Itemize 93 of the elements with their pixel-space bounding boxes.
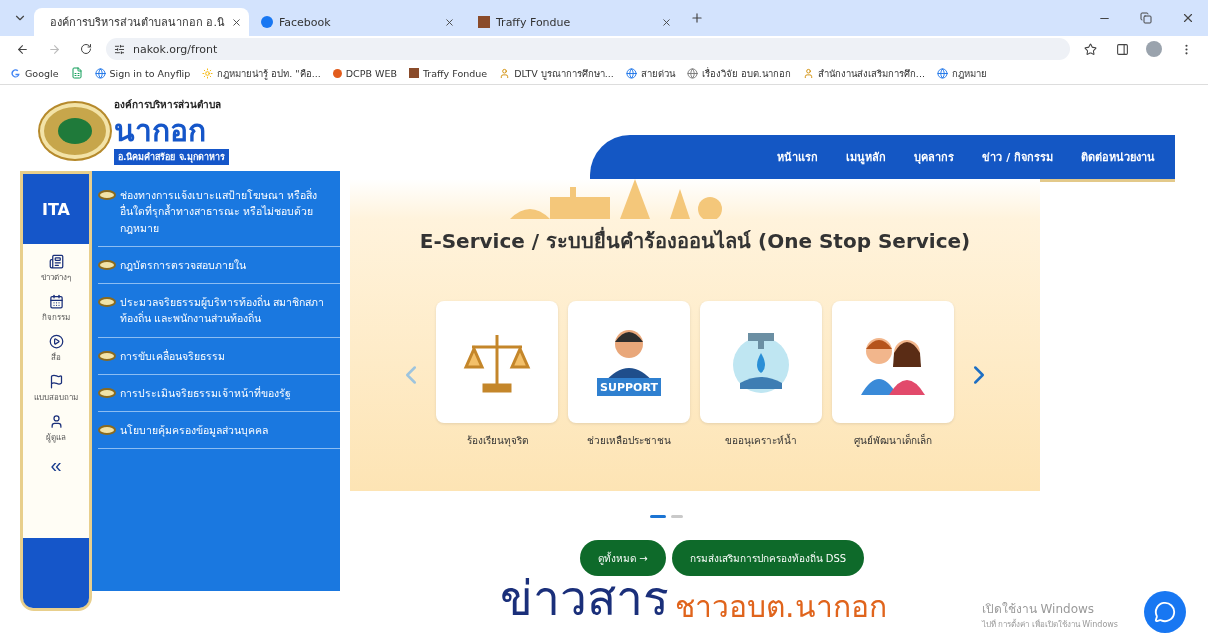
news-heading: ข่าวสาร [500, 574, 669, 622]
spreadsheet-icon [70, 67, 83, 79]
flag-icon[interactable] [48, 374, 64, 389]
sidebar-link[interactable]: กิจกรรม [42, 311, 70, 324]
circle-icon [332, 68, 342, 78]
bullet-icon [98, 350, 116, 361]
square-icon [408, 68, 419, 78]
google-logo-icon [10, 67, 21, 79]
globe-icon [936, 67, 948, 79]
close-icon[interactable] [660, 16, 672, 28]
bullet-icon [98, 425, 116, 436]
bullet-icon [98, 297, 116, 308]
url-text: nakok.org/front [133, 42, 218, 56]
menu-link[interactable]: ช่องทางการแจ้งเบาะแสป้ายโฆษณา หรือสิ่งอื่นใดที่รุกล้ำทางสาธารณะ หรือไม่ชอบด้วยกฎหมาย [120, 187, 330, 236]
sidebar-link[interactable]: แบบสอบถาม [34, 391, 78, 404]
eservice-title: E-Service / ระบบยื่นคำร้องออนไลน์ (One Stop Service) [419, 226, 971, 255]
bullet-icon [98, 387, 116, 398]
side-panel-icon[interactable] [1115, 42, 1129, 56]
sun-icon [202, 67, 214, 79]
favicon-icon [261, 16, 273, 28]
activation-title: เปิดใช้งาน Windows [981, 601, 1096, 618]
org-district: อ.นิคมคำสร้อย จ.มุกดาหาร [114, 149, 229, 166]
sidebar-link[interactable]: สื่อ [51, 351, 61, 364]
service-card[interactable]: SUPPORT [568, 301, 690, 423]
user-icon[interactable] [48, 414, 64, 429]
menu-link[interactable]: นโยบายคุ้มครองข้อมูลส่วนบุคคล [120, 422, 268, 439]
tab-title: Traffy Fondue [496, 15, 572, 29]
back-icon[interactable] [15, 42, 29, 56]
menu-link[interactable]: การขับเคลื่อนจริยธรรม [120, 347, 225, 364]
new-tab-icon[interactable] [690, 11, 704, 25]
bookmark-link[interactable]: สำนักงานส่งเสริมการศึก... [817, 65, 925, 81]
bookmark-link[interactable]: กฎหมายน่ารู้ อปท. "คือ... [217, 65, 321, 81]
bookmark-link[interactable]: สายด่วน [640, 65, 675, 81]
link-button[interactable]: กรมส่งเสริมการปกครองท้องถิ่น DSS [671, 540, 865, 576]
reload-icon[interactable] [80, 43, 92, 55]
support-agent-drawing: SUPPORT [591, 322, 667, 402]
bullet-icon [98, 190, 116, 200]
nav-link[interactable]: เมนูหลัก [846, 148, 887, 166]
ita-logo: ITA [23, 174, 89, 244]
nav-link[interactable]: ข่าว / กิจกรรม [982, 148, 1053, 166]
news-subheading: ชาวอบต.นากอก [675, 592, 887, 622]
link-button[interactable]: ดูทั้งหมด → [580, 540, 666, 576]
activation-text: ไปที่ การตั้งค่า เพื่อเปิดใช้งาน Windows [981, 618, 1118, 631]
menu-link[interactable]: การประเมินจริยธรรมเจ้าหน้าที่ของรัฐ [120, 384, 291, 402]
address-field[interactable]: nakok.org/front [106, 38, 1070, 60]
service-card[interactable] [832, 301, 954, 423]
star-icon[interactable] [1083, 42, 1097, 56]
sidebar-ribbon [23, 538, 89, 608]
sidebar-link[interactable]: ข่าวต่างๆ [41, 271, 71, 284]
tab-title: องค์การบริหารส่วนตำบลนากอก อ.นิ [50, 15, 225, 31]
tab-title: Facebook [279, 15, 332, 29]
globe-icon [625, 67, 637, 79]
bookmark-link[interactable]: เรื่องวิจัย อบต.นากอก [701, 65, 791, 81]
bookmark-link[interactable]: Sign in to Anyflip [109, 67, 191, 79]
menu-link[interactable]: กฎบัตรการตรวจสอบภายใน [120, 256, 246, 274]
nav-link[interactable]: ติดต่อหน่วยงาน [1081, 148, 1155, 166]
service-label: ร้องเรียนทุจริต [466, 434, 528, 448]
menu-link[interactable]: ประมวลจริยธรรมผู้บริหารท้องถิ่น สมาชิกสภาท้องถิ่น และพนักงานส่วนท้องถิ่น [120, 294, 330, 327]
restore-icon[interactable] [1140, 12, 1152, 24]
calendar-icon[interactable] [48, 294, 64, 309]
site-settings-icon[interactable] [114, 43, 125, 55]
org-type: องค์การบริหารส่วนตำบล [114, 97, 222, 112]
close-icon[interactable] [443, 16, 455, 28]
globe-icon [686, 67, 698, 79]
favicon-icon [478, 16, 490, 28]
nav-link[interactable]: บุคลากร [914, 148, 955, 166]
bookmark-link[interactable]: Google [25, 67, 59, 79]
browser-tab[interactable]: Facebook [251, 8, 466, 36]
close-icon[interactable] [1181, 11, 1195, 25]
bookmark-link[interactable]: กฎหมาย [951, 65, 987, 81]
org-name: นากอก [114, 111, 207, 150]
news-icon[interactable] [48, 254, 64, 269]
browser-tab[interactable]: Traffy Fondue [468, 8, 683, 36]
chat-button[interactable] [1144, 591, 1186, 633]
profile-avatar[interactable] [1146, 41, 1162, 57]
service-label: ขออนุเคราะห์น้ำ [725, 433, 797, 448]
service-label: ศูนย์พัฒนาเด็กเล็ก [854, 433, 932, 448]
service-label: ช่วยเหลือประชาชน [587, 434, 671, 448]
nav-link[interactable]: หน้าแรก [777, 148, 819, 166]
close-icon[interactable] [231, 16, 242, 28]
bookmark-link[interactable]: DLTV บูรณาการศึกษา... [514, 65, 614, 81]
globe-icon [94, 67, 106, 79]
collapse-button[interactable]: « [50, 454, 62, 477]
seal-emblem-icon [58, 118, 92, 144]
bookmark-link[interactable]: DCPB WEB [345, 67, 397, 79]
bookmark-link[interactable]: Traffy Fondue [422, 67, 488, 79]
browser-tab[interactable]: องค์การบริหารส่วนตำบลนากอก อ.นิ [34, 8, 249, 36]
messenger-icon [1154, 601, 1176, 623]
play-icon[interactable] [48, 334, 64, 349]
bullet-icon [98, 259, 116, 270]
person-icon [499, 67, 511, 79]
sidebar-link[interactable]: ผู้ดูแล [46, 431, 66, 444]
person-icon [802, 67, 814, 79]
